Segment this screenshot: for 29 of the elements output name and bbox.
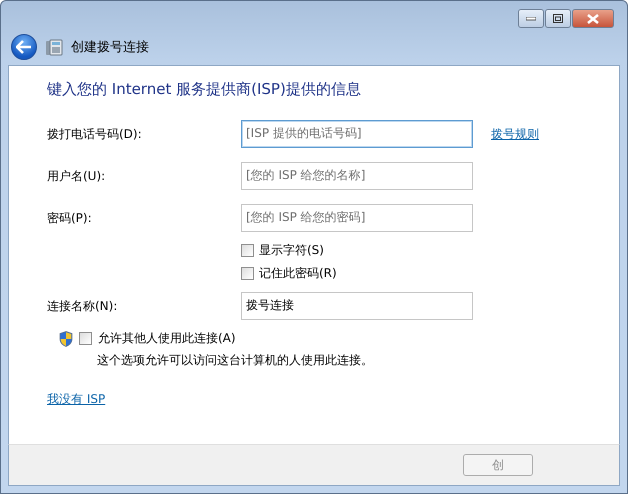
field-label: 拨打电话号码(D): xyxy=(47,126,143,142)
checkbox-label: 允许其他人使用此连接(A) xyxy=(98,330,236,347)
telephone-icon xyxy=(45,38,63,56)
back-arrow-icon xyxy=(16,40,32,54)
shield-icon xyxy=(59,330,73,346)
minimize-button[interactable] xyxy=(518,9,544,28)
checkbox[interactable] xyxy=(79,332,92,345)
checkbox[interactable] xyxy=(241,244,254,257)
back-button[interactable] xyxy=(11,34,37,60)
input-field[interactable]: [您的 ISP 给您的密码] xyxy=(241,204,473,232)
window-title: 创建拨号连接 xyxy=(71,39,149,56)
field-label: 用户名(U): xyxy=(47,168,106,184)
field-label: 密码(P): xyxy=(47,210,93,226)
no-isp-link[interactable]: 我没有 ISP xyxy=(47,392,106,406)
input-field[interactable]: [ISP 提供的电话号码] xyxy=(241,120,473,148)
input-field[interactable]: [您的 ISP 给您的名称] xyxy=(241,162,473,190)
checkbox-label: 显示字符(S) xyxy=(259,242,324,259)
close-icon xyxy=(587,14,599,24)
field-label: 连接名称(N): xyxy=(47,298,118,314)
maximize-icon xyxy=(553,14,563,23)
dialing-rules-link[interactable]: 拨号规则 xyxy=(491,126,539,142)
input-field[interactable]: 拨号连接 xyxy=(241,292,473,320)
page-heading: 键入您的 Internet 服务提供商(ISP)提供的信息 xyxy=(47,80,362,99)
minimize-icon xyxy=(526,16,536,20)
checkbox-label: 记住此密码(R) xyxy=(259,265,337,282)
close-button[interactable] xyxy=(572,9,614,28)
option-description: 这个选项允许可以访问这台计算机的人使用此连接。 xyxy=(97,352,374,369)
maximize-button[interactable] xyxy=(545,9,571,28)
checkbox[interactable] xyxy=(241,267,254,280)
